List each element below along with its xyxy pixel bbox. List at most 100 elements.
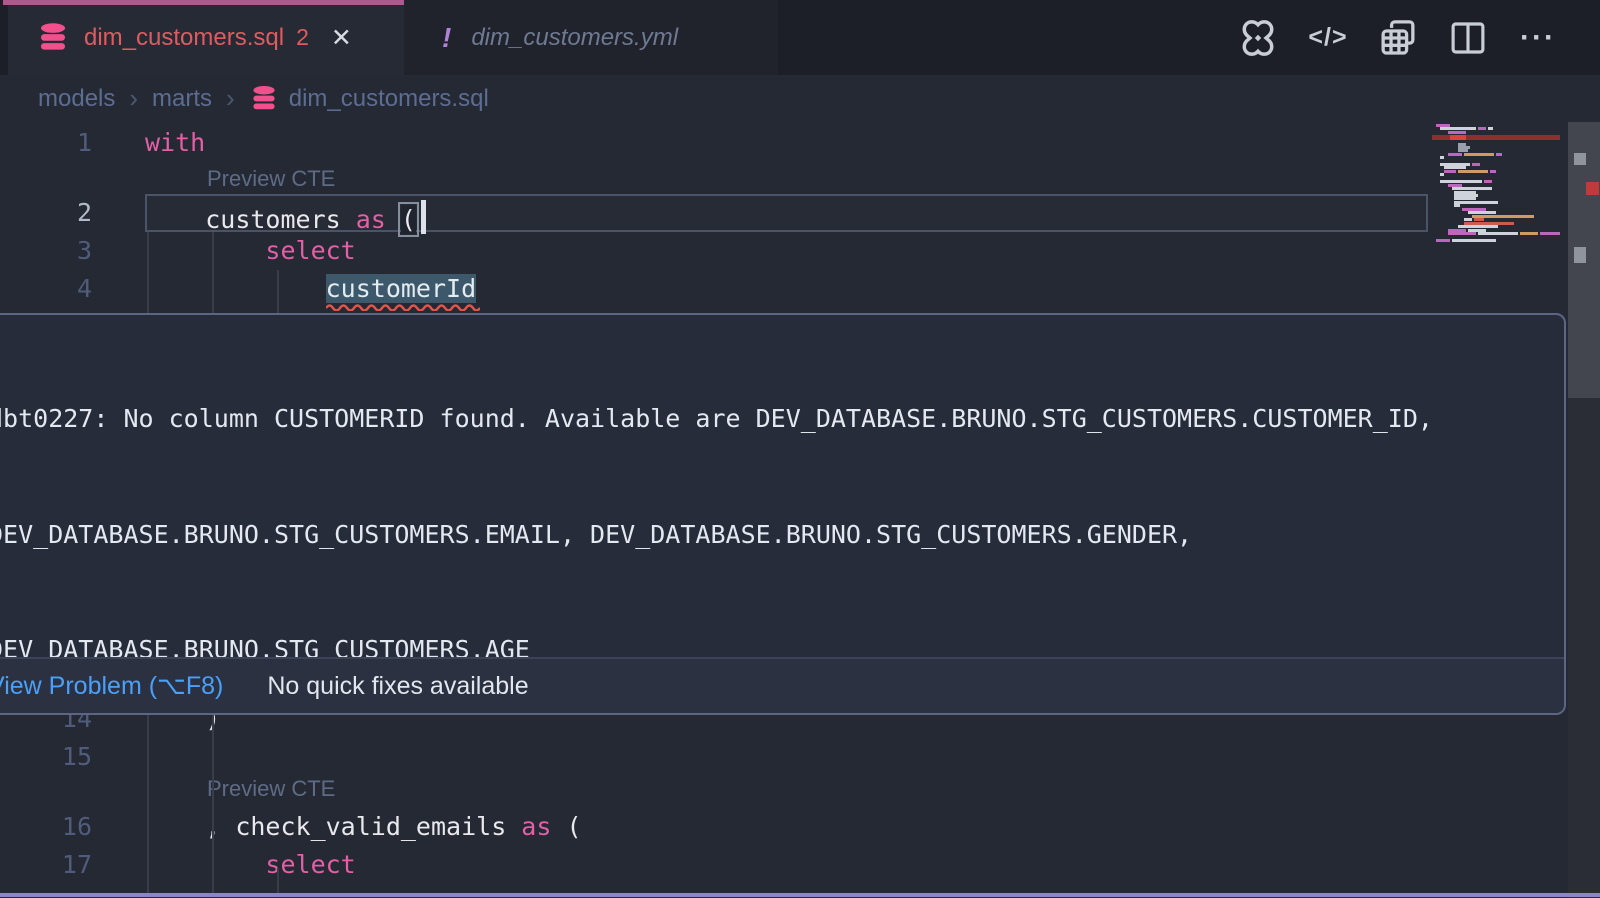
line-number-17: 17	[0, 846, 92, 884]
breadcrumb-models[interactable]: models	[38, 85, 115, 113]
tab-label: dim_customers.yml	[471, 24, 678, 52]
minimap-code-line	[1448, 131, 1466, 134]
line-number-15: 15	[0, 738, 92, 776]
scrollbar[interactable]	[1568, 122, 1600, 898]
chevron-right-icon: ›	[129, 83, 138, 114]
minimap-code-line	[1452, 239, 1496, 242]
copy-table-icon[interactable]	[1376, 16, 1420, 60]
code-line-4: customerId	[145, 270, 476, 308]
error-hover-popup: dbt0227: No column CUSTOMERID found. Ava…	[0, 313, 1566, 715]
indent-guide	[212, 232, 214, 313]
minimap-code-line	[1496, 153, 1502, 156]
minimap-code-line	[1478, 232, 1518, 235]
error-exclamation-icon: !	[442, 22, 451, 54]
code-line-1: with	[145, 124, 205, 162]
minimap-code-line	[1436, 239, 1450, 242]
hover-status-bar: View Problem (⌥F8) No quick fixes availa…	[0, 657, 1564, 713]
minimap-code-line	[1458, 149, 1468, 152]
minimap-code-line	[1484, 180, 1492, 183]
editor-actions: </> ···	[1236, 0, 1560, 75]
minimap-code-line	[1454, 197, 1476, 200]
code-icon[interactable]: </>	[1306, 16, 1350, 60]
keyword-select: select	[265, 236, 355, 265]
minimap-code-line	[1440, 127, 1476, 130]
line-number-3: 3	[0, 232, 92, 270]
line-number-4: 4	[0, 270, 92, 308]
error-token-customerid[interactable]: customerId	[326, 274, 477, 303]
minimap-code-line	[1540, 232, 1560, 235]
minimap-code-line	[1458, 225, 1498, 228]
vscode-editor-window: { "tabbar": { "tabs": [ { "label": "dim_…	[0, 0, 1600, 898]
line-number-1: 1	[0, 124, 92, 162]
ruler-decoration	[1574, 153, 1586, 165]
breadcrumb: models › marts › dim_customers.sql	[0, 75, 1600, 122]
code-editor[interactable]: 1 with Preview CTE 2 customers as ( 3 se…	[0, 122, 1600, 898]
tab-dim-customers-sql[interactable]: dim_customers.sql 2 ✕	[8, 0, 404, 75]
active-tab-accent	[3, 0, 404, 5]
error-message-1: dbt0227: No column CUSTOMERID found. Ava…	[0, 315, 1564, 715]
minimap-code-line	[1464, 218, 1472, 221]
code-line-17: select	[145, 846, 356, 884]
minimap-code-line	[1490, 170, 1496, 173]
minimap[interactable]	[1428, 122, 1564, 322]
keyword-with: with	[145, 128, 205, 157]
minimap-code-line	[1454, 201, 1498, 204]
code-lens-preview-cte[interactable]: Preview CTE	[207, 164, 335, 194]
ruler-decoration	[1586, 182, 1599, 195]
minimap-code-line	[1464, 153, 1494, 156]
minimap-code-line	[1458, 170, 1488, 173]
indent-guide	[277, 868, 279, 893]
cte-name-customers: customers	[205, 205, 356, 234]
minimap-code-line	[1454, 204, 1460, 207]
view-problem-link[interactable]: View Problem (⌥F8)	[0, 671, 223, 701]
minimap-code-line	[1474, 218, 1484, 221]
code-line-16: , check_valid_emails as (	[145, 808, 582, 846]
indent-guide	[212, 715, 214, 893]
indent-guide	[147, 232, 149, 313]
database-icon	[249, 84, 279, 114]
ellipsis-icon[interactable]: ···	[1516, 16, 1560, 60]
tab-problem-badge: 2	[296, 24, 309, 51]
line-number-2: 2	[0, 194, 92, 232]
error-text-line: dbt0227: No column CUSTOMERID found. Ava…	[0, 400, 1564, 439]
minimap-code-line	[1440, 173, 1444, 176]
panel-split-divider[interactable]	[0, 893, 1600, 897]
breadcrumb-marts[interactable]: marts	[152, 85, 212, 113]
chevron-right-icon: ›	[226, 83, 235, 114]
cte-name-check-valid-emails: , check_valid_emails	[205, 812, 521, 841]
tab-dim-customers-yml[interactable]: ! dim_customers.yml	[404, 0, 778, 75]
indent-guide	[277, 270, 279, 313]
keyword-as: as	[356, 205, 401, 234]
minimap-code-line	[1444, 170, 1456, 173]
minimap-code-line	[1468, 211, 1496, 214]
minimap-code-line	[1472, 163, 1480, 166]
tab-bar: dim_customers.sql 2 ✕ ! dim_customers.ym…	[0, 0, 1600, 75]
no-quick-fixes-text: No quick fixes available	[267, 672, 528, 701]
minimap-code-line	[1488, 127, 1493, 130]
dbt-icon[interactable]	[1236, 16, 1280, 60]
minimap-code-line	[1520, 232, 1538, 235]
ruler-decoration	[1574, 247, 1586, 263]
text-cursor	[421, 200, 426, 234]
keyword-as: as	[521, 812, 566, 841]
error-text-line: DEV_DATABASE.BRUNO.STG_CUSTOMERS.EMAIL, …	[0, 516, 1564, 555]
indent-guide	[147, 715, 149, 893]
error-squiggle	[326, 303, 480, 311]
minimap-code-line	[1448, 232, 1476, 235]
tab-label: dim_customers.sql	[84, 24, 284, 52]
breadcrumb-file[interactable]: dim_customers.sql	[289, 85, 489, 113]
database-icon	[36, 21, 70, 55]
minimap-code-line	[1440, 156, 1444, 159]
minimap-code-line	[1478, 127, 1486, 130]
split-editor-icon[interactable]	[1446, 16, 1490, 60]
line-number-16: 16	[0, 808, 92, 846]
close-icon[interactable]: ✕	[331, 23, 352, 53]
minimap-code-line	[1452, 187, 1492, 190]
minimap-code-line	[1444, 166, 1466, 169]
minimap-code-line	[1450, 135, 1466, 140]
minimap-code-line	[1448, 153, 1462, 156]
code-lens-preview-cte[interactable]: Preview CTE	[207, 774, 335, 804]
minimap-code-line	[1440, 180, 1482, 183]
code-line-2: customers as (	[145, 194, 426, 239]
matched-bracket: (	[401, 205, 416, 234]
